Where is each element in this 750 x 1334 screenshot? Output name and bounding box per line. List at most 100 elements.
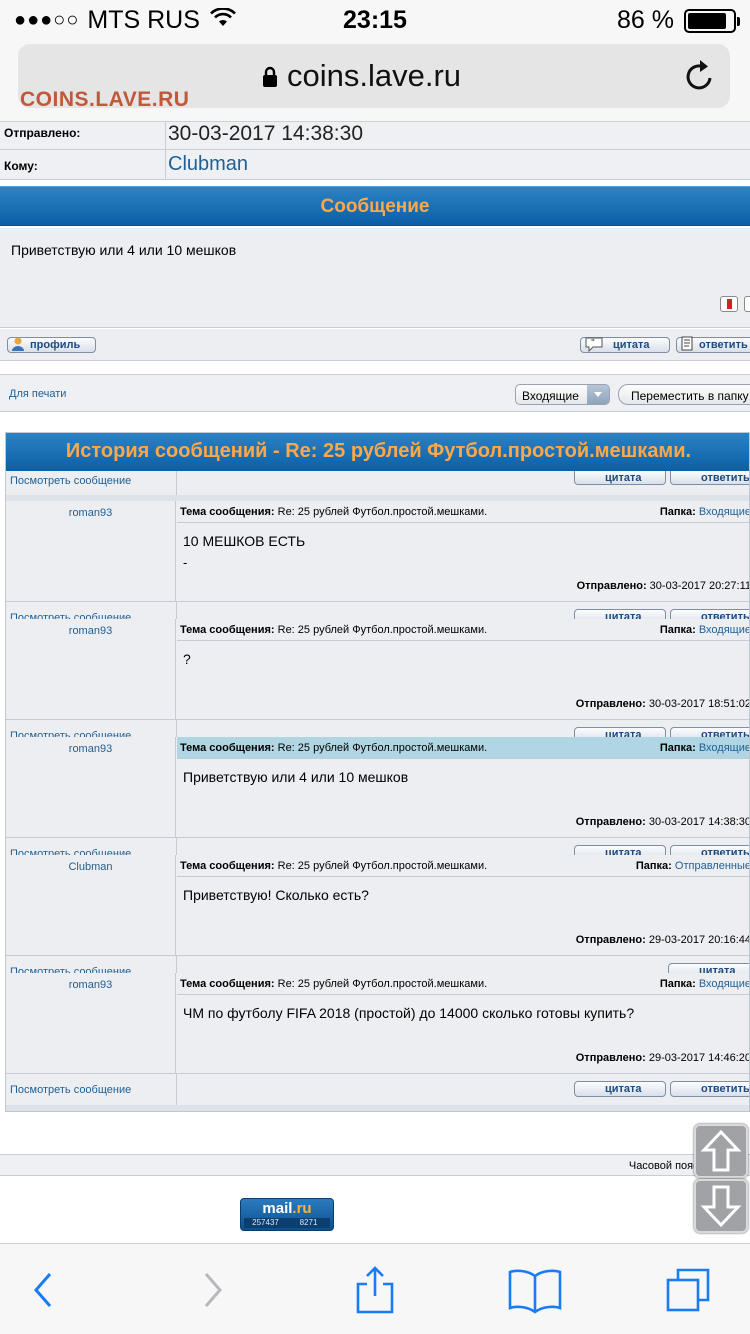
- entry-folder-row: Папка: Входящие: [659, 506, 749, 518]
- entry-subject: Re: 25 рублей Футбол.простой.мешками.: [277, 860, 488, 872]
- entry-author-link[interactable]: roman93: [6, 737, 176, 837]
- history-entry: roman93 Тема сообщения: Re: 25 рублей Фу…: [6, 619, 749, 751]
- counter-today: 8271: [299, 1218, 318, 1227]
- entry-text: ?: [183, 651, 191, 667]
- quote-button[interactable]: " цитата: [580, 337, 670, 353]
- folder-select[interactable]: Входящие: [515, 384, 610, 405]
- divider: [176, 471, 177, 495]
- entry-author-link[interactable]: roman93: [6, 619, 176, 719]
- entry-head: roman93 Тема сообщения: Re: 25 рублей Фу…: [6, 737, 749, 837]
- scroll-down-button[interactable]: [694, 1179, 748, 1233]
- print-link[interactable]: Для печати: [9, 388, 66, 400]
- move-button-label: Переместить в папку: [631, 389, 749, 403]
- reply-button-label: ответить: [701, 471, 750, 484]
- back-icon[interactable]: [20, 1266, 70, 1314]
- history-entry: roman93 Тема сообщения: Re: 25 рублей Фу…: [6, 501, 749, 633]
- mailru-stats: 257437 8271: [244, 1218, 330, 1228]
- subject-label: Тема сообщения:: [180, 860, 275, 872]
- entry-folder-link[interactable]: Входящие: [699, 978, 749, 990]
- entry-subject-row: Тема сообщения: Re: 25 рублей Футбол.про…: [177, 501, 749, 523]
- entry-subject: Re: 25 рублей Футбол.простой.мешками.: [277, 978, 488, 990]
- entry-folder-link[interactable]: Входящие: [699, 506, 749, 518]
- divider: [165, 122, 166, 149]
- entry-sent-row: Отправлено: 29-03-2017 14:46:20: [575, 1052, 749, 1064]
- mailru-counter[interactable]: mail.ru 257437 8271: [240, 1198, 334, 1231]
- entry-subject: Re: 25 рублей Футбол.простой.мешками.: [277, 506, 488, 518]
- subject-label: Тема сообщения:: [180, 978, 275, 990]
- browser-url-area: coins.lave.ru COINS.LAVE.RU: [0, 40, 750, 122]
- divider: [176, 1074, 177, 1105]
- reply-button[interactable]: ответить: [676, 336, 750, 353]
- to-label: Кому:: [4, 159, 38, 173]
- entry-sent-row: Отправлено: 30-03-2017 18:51:02: [575, 698, 749, 710]
- mailru-logo-b: .ru: [292, 1200, 312, 1217]
- entry-subject-row: Тема сообщения: Re: 25 рублей Футбол.про…: [177, 973, 749, 995]
- share-icon[interactable]: [350, 1266, 400, 1314]
- message-header-bar: Сообщение: [0, 186, 750, 226]
- tabs-icon[interactable]: [664, 1266, 714, 1314]
- user-icon: [12, 337, 24, 351]
- message-section-title: Сообщение: [320, 196, 430, 217]
- history-title: История сообщений - Re: 25 рублей Футбол…: [65, 440, 692, 462]
- sent-label: Отправлено:: [575, 1052, 646, 1064]
- status-bar: ●●●○○ MTS RUS 23:15 86 %: [0, 0, 750, 40]
- timezone-row: Часовой пояс: UTC + 3: [0, 1154, 750, 1176]
- move-button[interactable]: Переместить в папку: [618, 384, 750, 405]
- forward-icon[interactable]: [186, 1266, 236, 1314]
- counter-visits: 257437: [252, 1218, 279, 1227]
- history-top-reply-button[interactable]: ответить: [670, 471, 750, 485]
- reply-button-label: ответить: [699, 339, 748, 351]
- report-button[interactable]: [720, 296, 738, 312]
- reload-icon[interactable]: [684, 58, 716, 92]
- browser-toolbar: [0, 1243, 750, 1334]
- history-header-bar: История сообщений - Re: 25 рублей Футбол…: [6, 433, 749, 471]
- sent-label: Отправлено:: [576, 580, 647, 592]
- sent-label: Отправлено:: [4, 126, 81, 140]
- entry-sent-row: Отправлено: 30-03-2017 14:38:30: [576, 816, 749, 828]
- entry-head: Clubman Тема сообщения: Re: 25 рублей Фу…: [6, 855, 749, 955]
- reply-button[interactable]: ответить: [670, 1081, 750, 1097]
- folder-label: Папка:: [659, 978, 696, 990]
- entry-sent-row: Отправлено: 30-03-2017 20:27:11: [576, 580, 749, 592]
- entry-folder-link[interactable]: Отправленные: [675, 860, 749, 872]
- actions-bar: Для печати Входящие Переместить в папку: [0, 374, 750, 412]
- view-message-link[interactable]: Посмотреть сообщение: [10, 1084, 131, 1096]
- scroll-up-button[interactable]: [694, 1124, 748, 1178]
- recipient-link[interactable]: Clubman: [168, 153, 248, 176]
- mailru-logo: mail.ru: [241, 1200, 333, 1217]
- subject-label: Тема сообщения:: [180, 742, 275, 754]
- battery-fill: [688, 12, 726, 29]
- sent-label: Отправлено:: [575, 698, 646, 710]
- folder-label: Папка:: [659, 624, 696, 636]
- entry-text: 10 МЕШКОВ ЕСТЬ: [183, 533, 306, 549]
- reply-icon: [681, 336, 693, 351]
- entry-text: Приветствую или 4 или 10 мешков: [183, 769, 409, 785]
- bookmarks-icon[interactable]: [507, 1266, 563, 1314]
- entry-head: roman93 Тема сообщения: Re: 25 рублей Фу…: [6, 619, 749, 719]
- entry-author-link[interactable]: roman93: [6, 501, 176, 601]
- history-entry: Clubman Тема сообщения: Re: 25 рублей Фу…: [6, 855, 749, 987]
- arrow-down-icon: [700, 1185, 742, 1228]
- history-top-quote-button[interactable]: цитата: [574, 471, 666, 485]
- reply-button-label: ответить: [701, 1083, 750, 1095]
- entry-folder-link[interactable]: Входящие: [699, 624, 749, 636]
- profile-button[interactable]: профиль: [7, 337, 96, 353]
- entry-folder-row: Папка: Входящие: [659, 978, 749, 990]
- entry-text: Приветствую! Сколько есть?: [183, 887, 369, 903]
- more-button[interactable]: [744, 296, 750, 312]
- sent-value: 30-03-2017 14:38:30: [168, 122, 363, 145]
- entry-folder-link[interactable]: Входящие: [699, 742, 749, 754]
- entry-text: ЧМ по футболу FIFA 2018 (простой) до 140…: [183, 1005, 635, 1021]
- battery-icon: [684, 8, 740, 33]
- message-body: Приветствую или 4 или 10 мешков: [0, 228, 750, 328]
- entry-sent-row: Отправлено: 29-03-2017 20:16:44: [576, 934, 749, 946]
- folder-select-value: Входящие: [522, 389, 579, 403]
- to-row: Кому: Clubman: [0, 150, 750, 180]
- entry-folder-row: Папка: Входящие: [659, 624, 749, 636]
- folder-label: Папка:: [659, 506, 696, 518]
- entry-author-link[interactable]: Clubman: [6, 855, 176, 955]
- entry-author-link[interactable]: roman93: [6, 973, 176, 1073]
- quote-button[interactable]: цитата: [574, 1081, 666, 1097]
- history-top-view-link[interactable]: Посмотреть сообщение: [10, 475, 131, 487]
- quote-button-label: цитата: [613, 339, 650, 351]
